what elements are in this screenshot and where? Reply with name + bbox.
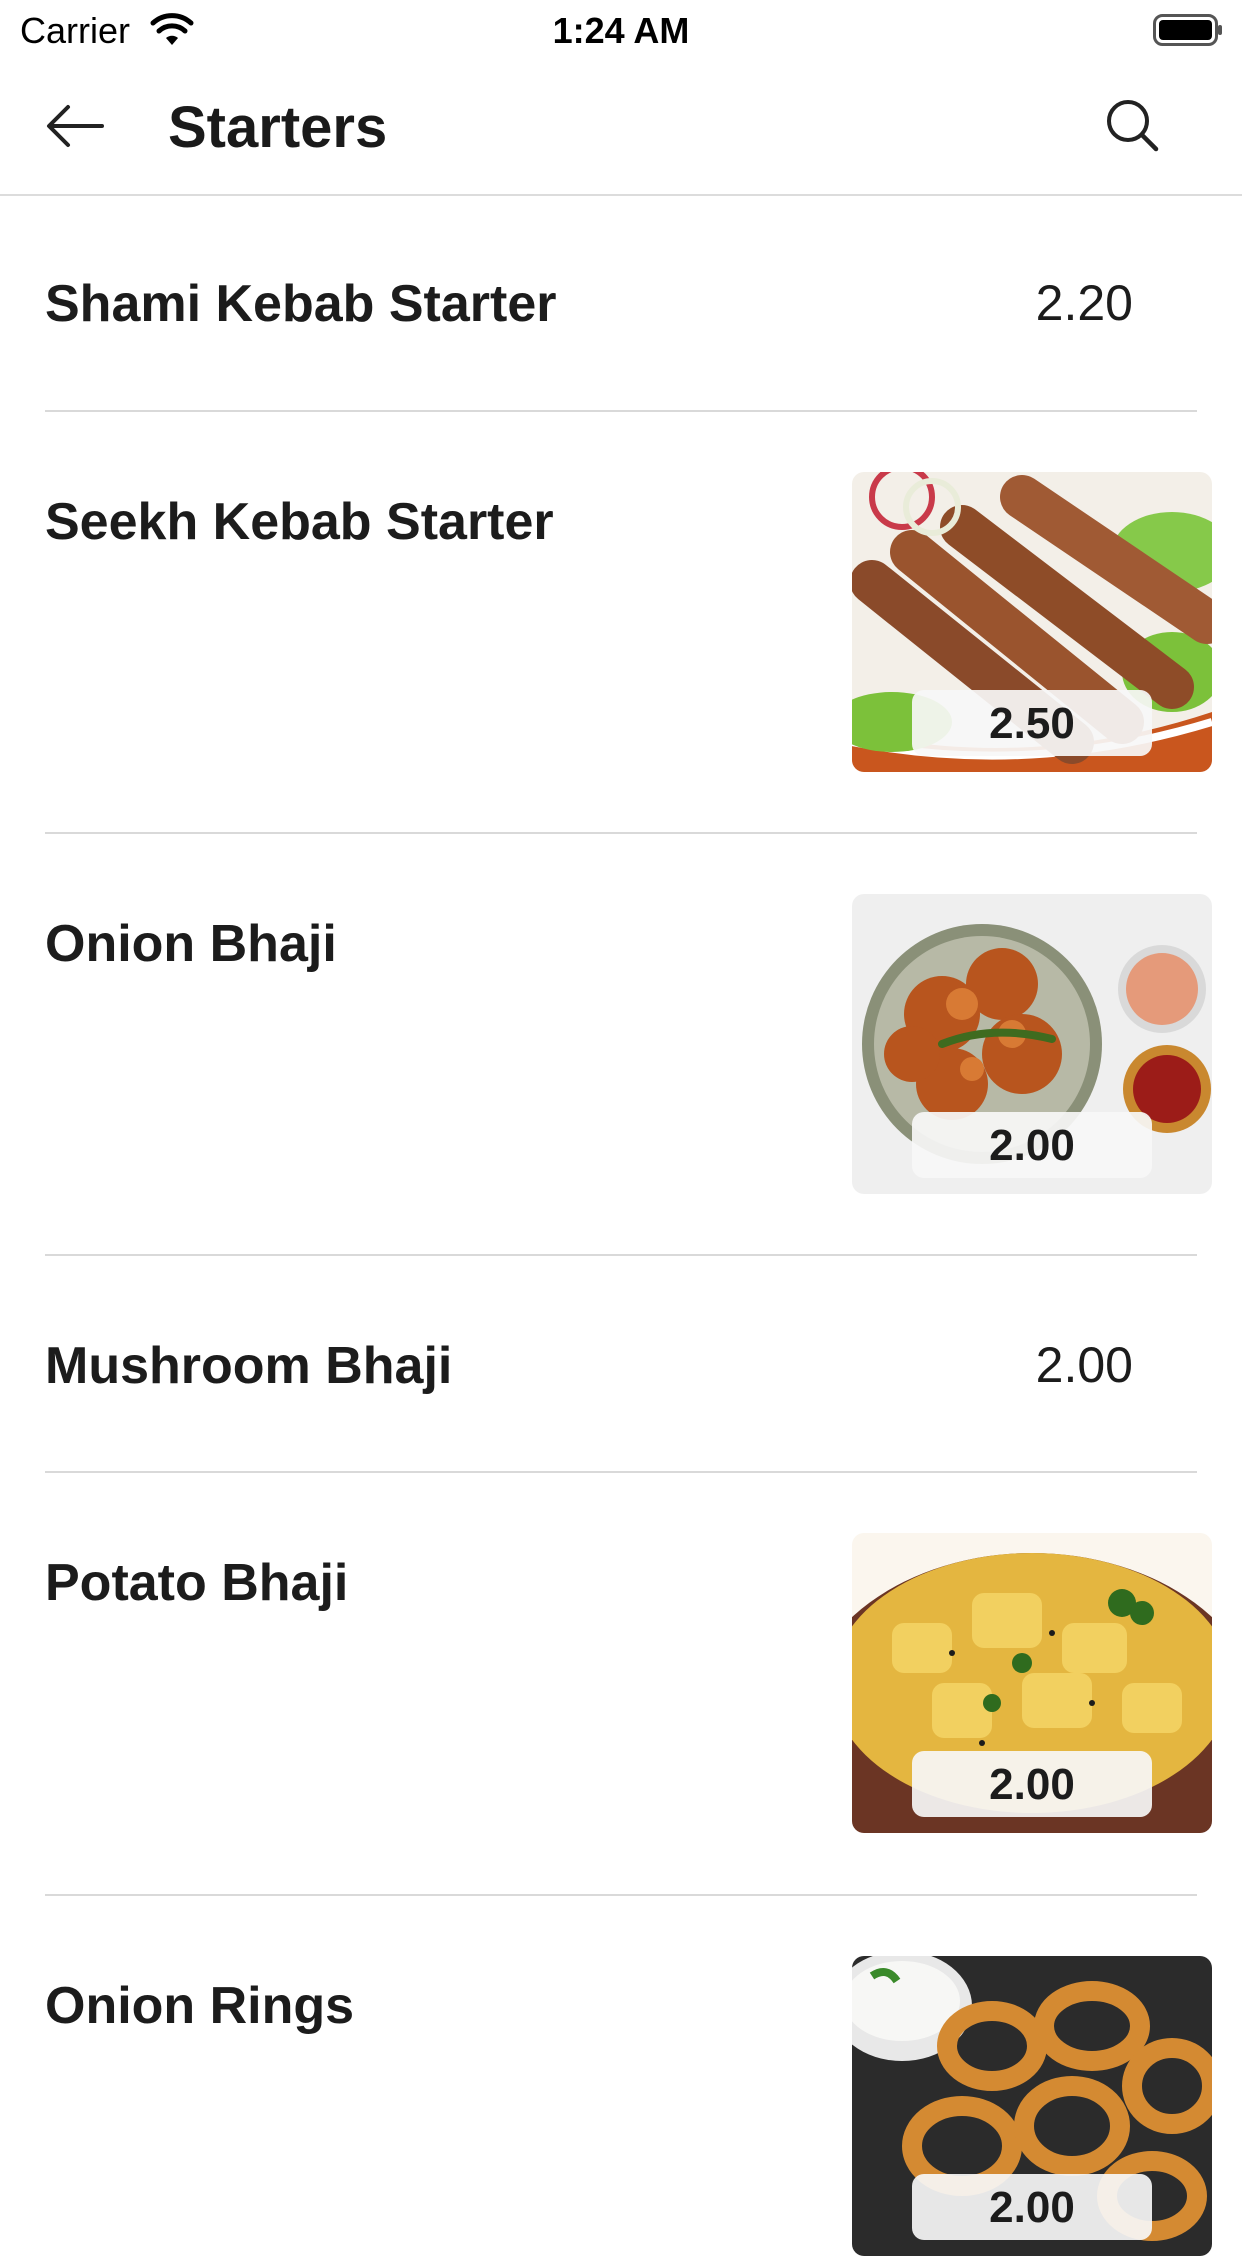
status-bar: Carrier 1:24 AM [0,0,1242,62]
list-item[interactable]: Onion Rings 2.00 [0,1896,1242,2256]
list-item[interactable]: Shami Kebab Starter 2.20 [0,196,1242,412]
list-item[interactable]: Mushroom Bhaji 2.00 [0,1256,1242,1472]
item-price-badge: 2.50 [912,690,1152,756]
item-name: Seekh Kebab Starter [45,493,554,551]
list-item[interactable]: Onion Bhaji 2.00 [0,834,1242,1256]
page-title: Starters [168,95,388,160]
back-arrow-icon [47,105,104,147]
item-name: Onion Rings [45,1977,355,2035]
battery-icon [1153,14,1222,46]
item-image: 2.00 [852,1533,1212,1833]
item-price: 2.20 [1035,275,1133,331]
item-image: 2.00 [852,894,1212,1194]
status-time: 1:24 AM [552,10,690,51]
item-name: Onion Bhaji [45,915,337,973]
search-icon [1107,100,1159,152]
search-button[interactable] [1100,94,1164,158]
item-image: 2.00 [852,1956,1212,2256]
item-name: Mushroom Bhaji [45,1337,453,1395]
list-item[interactable]: Seekh Kebab Starter 2.50 [0,412,1242,834]
item-price-badge: 2.00 [912,1751,1152,1817]
item-name: Potato Bhaji [45,1554,349,1612]
item-name: Shami Kebab Starter [45,275,557,333]
item-price: 2.00 [1035,1337,1133,1393]
item-image: 2.50 [852,472,1212,772]
navigation-bar: Starters [0,62,1242,196]
item-price-badge: 2.00 [912,2174,1152,2240]
back-button[interactable] [40,94,110,158]
item-price-badge: 2.00 [912,1112,1152,1178]
list-item[interactable]: Potato Bhaji 2.00 [0,1473,1242,1895]
